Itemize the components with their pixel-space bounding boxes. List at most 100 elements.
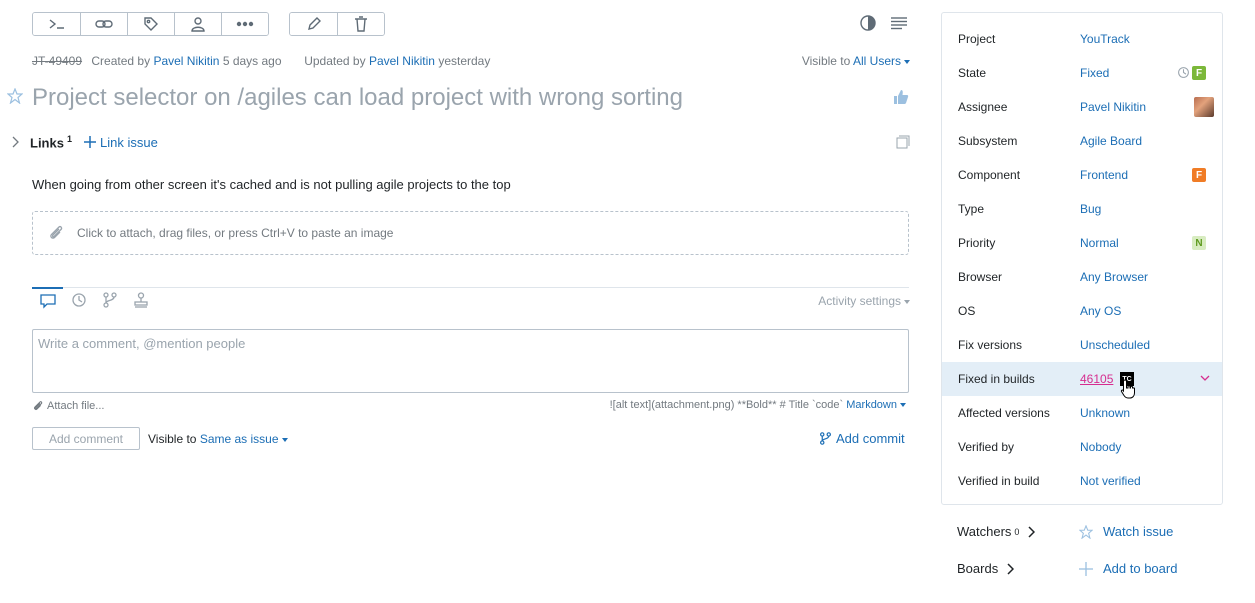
tab-vcs[interactable] xyxy=(94,287,125,313)
field-state[interactable]: State Fixed F xyxy=(942,56,1222,90)
tab-history[interactable] xyxy=(63,287,94,313)
created-when: 5 days ago xyxy=(222,54,282,68)
comment-visibility-dropdown[interactable]: Same as issue xyxy=(200,432,288,446)
add-to-board-button[interactable]: Add to board xyxy=(1079,561,1177,576)
field-os[interactable]: OS Any OS xyxy=(942,294,1222,328)
tab-comments[interactable] xyxy=(32,287,63,313)
field-value[interactable]: Any Browser xyxy=(1080,270,1148,284)
field-value[interactable]: Any OS xyxy=(1080,304,1121,318)
field-value[interactable]: Fixed xyxy=(1080,66,1109,80)
chevron-right-icon[interactable] xyxy=(10,136,20,148)
field-verified-by[interactable]: Verified by Nobody xyxy=(942,430,1222,464)
field-assignee[interactable]: Assignee Pavel Nikitin xyxy=(942,90,1222,124)
field-value[interactable]: Nobody xyxy=(1080,440,1121,454)
dropzone-text: Click to attach, drag files, or press Ct… xyxy=(77,226,394,240)
star-icon[interactable] xyxy=(7,88,23,104)
add-commit-label: Add commit xyxy=(836,431,905,446)
watchers-toggle[interactable]: Watchers 0 xyxy=(957,524,1036,539)
attach-file-button[interactable]: Attach file... xyxy=(32,400,104,412)
add-comment-button[interactable]: Add comment xyxy=(32,427,140,450)
boards-label: Boards xyxy=(957,561,999,576)
field-value[interactable]: YouTrack xyxy=(1080,32,1130,46)
delete-button[interactable] xyxy=(337,13,384,35)
field-value[interactable]: Not verified xyxy=(1080,474,1141,488)
updated-prefix: Updated by xyxy=(304,54,366,68)
thumbs-up-icon[interactable] xyxy=(893,89,909,105)
activity-divider xyxy=(32,287,909,288)
field-fix-versions[interactable]: Fix versions Unscheduled xyxy=(942,328,1222,362)
caret-down-icon xyxy=(904,299,910,304)
list-view-icon[interactable] xyxy=(890,16,908,30)
field-value[interactable]: 46105 xyxy=(1080,372,1113,386)
pencil-icon xyxy=(307,17,321,30)
field-value[interactable]: Normal xyxy=(1080,236,1119,250)
comment-icon xyxy=(39,294,56,309)
command-button[interactable] xyxy=(33,13,80,35)
boards-toggle[interactable]: Boards xyxy=(957,561,1015,576)
history-icon xyxy=(1178,67,1189,78)
tab-worklog[interactable] xyxy=(125,287,156,313)
issue-id[interactable]: JT-49409 xyxy=(32,54,82,68)
toolbar-edit-group xyxy=(289,12,385,36)
watch-issue-label: Watch issue xyxy=(1103,524,1174,539)
link-issue-button[interactable]: Link issue xyxy=(83,135,158,150)
field-priority[interactable]: Priority Normal N xyxy=(942,226,1222,260)
branch-icon xyxy=(102,292,117,308)
field-browser[interactable]: Browser Any Browser xyxy=(942,260,1222,294)
updated-by-link[interactable]: Pavel Nikitin xyxy=(369,54,435,68)
field-name: OS xyxy=(958,304,976,318)
field-component[interactable]: Component Frontend F xyxy=(942,158,1222,192)
field-name: Subsystem xyxy=(958,134,1018,148)
field-name: Fixed in builds xyxy=(958,372,1035,386)
markdown-dropdown[interactable]: Markdown xyxy=(846,399,906,411)
chevron-right-icon xyxy=(1028,525,1036,538)
link-button[interactable] xyxy=(80,13,127,35)
field-affected-versions[interactable]: Affected versions Unknown xyxy=(942,396,1222,430)
assign-button[interactable] xyxy=(174,13,221,35)
field-verified-in-build[interactable]: Verified in build Not verified xyxy=(942,464,1222,498)
plus-icon xyxy=(1079,561,1093,576)
paperclip-icon xyxy=(34,401,43,410)
copy-icon[interactable] xyxy=(896,135,910,149)
activity-settings-dropdown[interactable]: Activity settings xyxy=(818,294,910,308)
history-icon xyxy=(71,293,86,307)
field-value[interactable]: Pavel Nikitin xyxy=(1080,100,1146,114)
tag-button[interactable] xyxy=(127,13,174,35)
paperclip-icon xyxy=(50,225,63,239)
more-button[interactable] xyxy=(221,13,268,35)
field-subsystem[interactable]: Subsystem Agile Board xyxy=(942,124,1222,158)
field-value[interactable]: Unknown xyxy=(1080,406,1130,420)
issue-description[interactable]: When going from other screen it's cached… xyxy=(32,177,511,192)
field-value[interactable]: Frontend xyxy=(1080,168,1128,182)
edit-button[interactable] xyxy=(290,13,337,35)
watchers-count: 0 xyxy=(1014,526,1020,537)
created-by-link[interactable]: Pavel Nikitin xyxy=(153,54,219,68)
attach-file-label: Attach file... xyxy=(47,400,105,412)
field-name: Affected versions xyxy=(958,406,1050,420)
visibility-prefix: Visible to xyxy=(801,54,851,68)
field-fixed-in-builds[interactable]: Fixed in builds 46105 TC xyxy=(942,362,1222,399)
field-name: Component xyxy=(958,168,1021,182)
more-icon xyxy=(236,21,254,27)
field-value[interactable]: Bug xyxy=(1080,202,1101,216)
chevron-down-icon[interactable] xyxy=(1200,374,1210,382)
field-value[interactable]: Agile Board xyxy=(1080,134,1142,148)
attachment-dropzone[interactable]: Click to attach, drag files, or press Ct… xyxy=(32,211,909,255)
watch-issue-button[interactable]: Watch issue xyxy=(1079,524,1173,539)
field-name: Browser xyxy=(958,270,1003,284)
field-project[interactable]: Project YouTrack xyxy=(942,22,1222,56)
field-type[interactable]: Type Bug xyxy=(942,192,1222,226)
comment-visible-value: Same as issue xyxy=(199,432,279,446)
comment-input[interactable]: Write a comment, @mention people xyxy=(32,329,909,393)
field-name: Verified by xyxy=(958,440,1015,454)
comment-placeholder: Write a comment, @mention people xyxy=(38,336,246,351)
caret-down-icon xyxy=(904,59,910,64)
field-name: Project xyxy=(958,32,996,46)
issue-title[interactable]: Project selector on /agiles can load pro… xyxy=(32,84,683,112)
field-value[interactable]: Unscheduled xyxy=(1080,338,1150,352)
add-commit-button[interactable]: Add commit xyxy=(819,431,905,446)
links-label[interactable]: Links 1 xyxy=(30,134,72,150)
visibility-dropdown[interactable]: All Users xyxy=(853,54,910,68)
fields-panel: Project YouTrack State Fixed F Assignee … xyxy=(941,12,1223,505)
contrast-icon[interactable] xyxy=(860,15,876,31)
